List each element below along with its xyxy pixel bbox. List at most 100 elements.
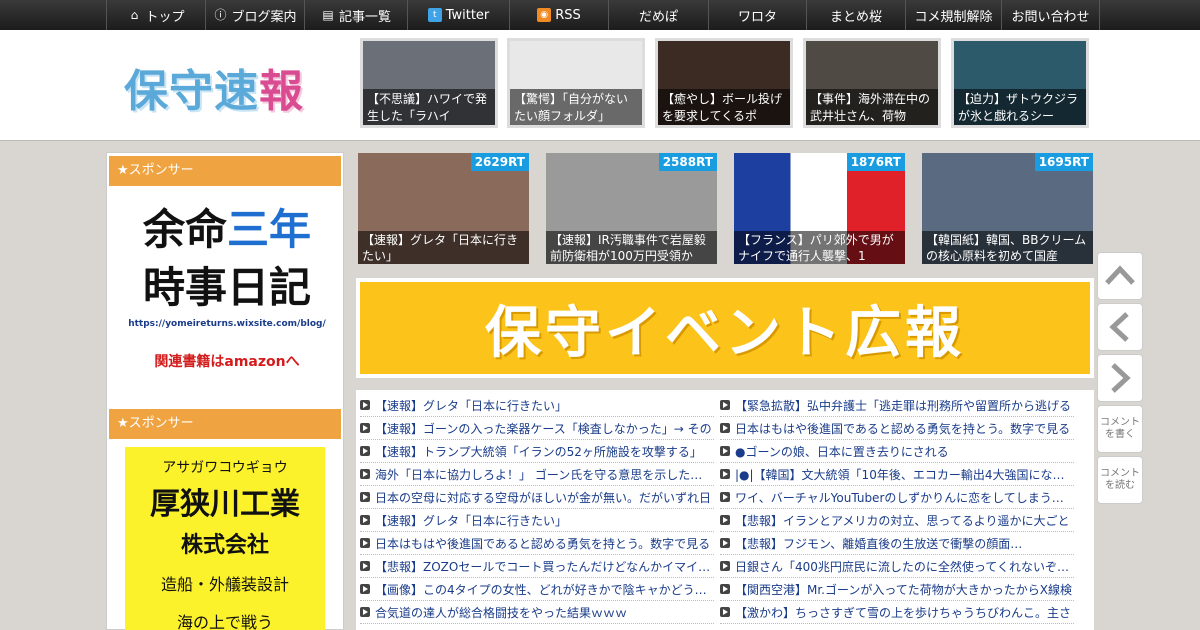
rt-article-1[interactable]: 2588RT 【速報】IR汚職事件で岩屋毅前防衛相が100万円受領か	[546, 153, 717, 264]
nav-item-label: Twitter	[445, 7, 490, 23]
write-comment-label: コメントを書く	[1100, 417, 1140, 440]
news-item[interactable]: ワイ、バーチャルYouTuberのしずかりんに恋をしてしまう…	[720, 486, 1074, 509]
chevron-up-icon	[1105, 265, 1135, 285]
nav-item-5[interactable]: だめぽ	[609, 0, 709, 30]
thumb-caption: 【迫力】ザトウクジラが氷と戯れるシー	[954, 89, 1086, 125]
news-title: 【悲報】フジモン、離婚直後の生放送で衝撃の顔面…	[735, 536, 1023, 551]
rt-count-badge: 2629RT	[470, 153, 529, 171]
nav-item-label: ワロタ	[737, 9, 777, 25]
nav-item-4[interactable]: ◉ RSS	[510, 0, 609, 30]
bullet-arrow-icon	[720, 469, 730, 479]
news-item[interactable]: 日本の空母に対応する空母がほしいが金が無い。だがいずれ日	[360, 486, 714, 509]
news-title: 【関西空港】Mr.ゴーンが入ってた荷物が大きかったからX線検	[735, 582, 1073, 597]
news-item[interactable]: 【画像】この4タイプの女性、どれが好きかで陰キャかどうかわ	[360, 578, 714, 601]
info-icon: ⓘ	[214, 8, 227, 22]
bullet-arrow-icon	[720, 584, 730, 594]
news-title: 日銀さん「400兆円庶民に流したのに全然使ってくれないぞ！金	[735, 559, 1074, 574]
rt-article-3[interactable]: 1695RT 【韓国紙】韓国、BBクリームの核心原料を初めて国産	[922, 153, 1093, 264]
news-item[interactable]: 【速報】グレタ「日本に行きたい」	[360, 509, 714, 532]
header-thumb-2[interactable]: 【癒やし】ボール投げを要求してくるポ	[655, 38, 793, 128]
nav-item-6[interactable]: ワロタ	[709, 0, 807, 30]
nav-item-2[interactable]: ▤ 記事一覧	[305, 0, 408, 30]
news-title: 合気道の達人が総合格闘技をやった結果ｗｗｗ	[375, 605, 628, 620]
sponsor-heading-2: ★スポンサー	[109, 409, 341, 439]
sponsor-ad-asagawa[interactable]: アサガワコウギョウ 厚狭川工業 株式会社 造船・外艤装設計 海の上で戦う	[125, 447, 325, 630]
news-item[interactable]: 【速報】グレタ「日本に行きたい」	[360, 394, 714, 417]
bullet-arrow-icon	[720, 423, 730, 433]
bullet-arrow-icon	[360, 561, 370, 571]
sidebar: ★スポンサー 余命三年 時事日記 https://yomeireturns.wi…	[106, 152, 344, 630]
news-title: 【悲報】ZOZOセールでコート買ったんだけどなんかイマイチ出	[375, 559, 714, 574]
scroll-top-button[interactable]	[1097, 252, 1143, 300]
news-title: |●|【韓国】文大統領「10年後、エコカー輸出4大強国になる」	[735, 467, 1074, 482]
next-button[interactable]	[1097, 354, 1143, 402]
chevron-right-icon	[1111, 363, 1131, 393]
thumb-caption: 【驚愕】「自分がないたい顔フォルダ」	[510, 89, 642, 125]
nav-item-label: トップ	[145, 9, 185, 25]
news-title: 【速報】ゴーンの入った楽器ケース「検査しなかった」→ その	[375, 421, 712, 436]
news-item[interactable]: 【速報】トランプ大統領「イランの52ヶ所施設を攻撃する」	[360, 440, 714, 463]
news-item[interactable]: |●|【韓国】文大統領「10年後、エコカー輸出4大強国になる」	[720, 463, 1074, 486]
nav-item-9[interactable]: お問い合わせ	[1002, 0, 1100, 30]
bullet-arrow-icon	[360, 538, 370, 548]
news-item[interactable]: 【激かわ】ちっさすぎて雪の上を歩けちゃうちびわんこ。主さ	[720, 601, 1074, 624]
header-thumb-0[interactable]: 【不思議】ハワイで発生した「ラハイ	[360, 38, 498, 128]
read-comment-button[interactable]: コメントを読む	[1097, 456, 1143, 504]
news-item[interactable]: 日銀さん「400兆円庶民に流したのに全然使ってくれないぞ！金	[720, 555, 1074, 578]
amazon-link[interactable]: 関連書籍はamazonへ	[127, 351, 327, 371]
news-item[interactable]: 【関西空港】Mr.ゴーンが入ってた荷物が大きかったからX線検	[720, 578, 1074, 601]
news-title: 日本の空母に対応する空母がほしいが金が無い。だがいずれ日	[375, 490, 712, 505]
nav-item-0[interactable]: ⌂ トップ	[106, 0, 206, 30]
header-thumb-4[interactable]: 【迫力】ザトウクジラが氷と戯れるシー	[951, 38, 1089, 128]
nav-item-1[interactable]: ⓘ ブログ案内	[206, 0, 305, 30]
event-banner[interactable]: 保守イベント広報	[356, 278, 1094, 378]
nav-item-label: ブログ案内	[231, 9, 297, 25]
rt-article-2[interactable]: 1876RT 【フランス】パリ郊外で男がナイフで通行人襲撃、1	[734, 153, 905, 264]
bullet-arrow-icon	[360, 469, 370, 479]
nav-item-7[interactable]: まとめ桜	[807, 0, 906, 30]
rt-caption: 【速報】IR汚職事件で岩屋毅前防衛相が100万円受領か	[546, 231, 717, 264]
sponsor-heading: ★スポンサー	[109, 156, 341, 186]
nav-item-label: コメ規制解除	[914, 9, 993, 25]
sponsor-ad-yomei[interactable]: 余命三年 時事日記 https://yomeireturns.wixsite.c…	[127, 201, 327, 381]
thumb-caption: 【不思議】ハワイで発生した「ラハイ	[363, 89, 495, 125]
rt-count-badge: 1695RT	[1034, 153, 1093, 171]
news-item[interactable]: 日本はもはや後進国であると認める勇気を持とう。数字で見る	[360, 532, 714, 555]
nav-item-label: だめぽ	[638, 9, 678, 25]
news-title: 【悲報】イランとアメリカの対立、思ってるより遥かに大ごと	[735, 513, 1070, 528]
nav-item-3[interactable]: t Twitter	[408, 0, 510, 30]
bullet-arrow-icon	[360, 400, 370, 410]
nav-item-8[interactable]: コメ規制解除	[906, 0, 1002, 30]
news-title: 【速報】トランプ大統領「イランの52ヶ所施設を攻撃する」	[375, 444, 702, 459]
rt-caption: 【フランス】パリ郊外で男がナイフで通行人襲撃、1	[734, 231, 905, 264]
news-title: 日本はもはや後進国であると認める勇気を持とう。数字で見る	[375, 536, 711, 551]
thumb-caption: 【癒やし】ボール投げを要求してくるポ	[658, 89, 790, 125]
header-thumb-1[interactable]: 【驚愕】「自分がないたい顔フォルダ」	[507, 38, 645, 128]
bullet-arrow-icon	[360, 423, 370, 433]
write-comment-button[interactable]: コメントを書く	[1097, 405, 1143, 453]
rt-count-badge: 1876RT	[846, 153, 905, 171]
news-item[interactable]: 合気道の達人が総合格闘技をやった結果ｗｗｗ	[360, 601, 714, 624]
bullet-arrow-icon	[720, 515, 730, 525]
site-logo[interactable]: 保守速報	[124, 55, 304, 119]
news-item[interactable]: 【悲報】イランとアメリカの対立、思ってるより遥かに大ごと	[720, 509, 1074, 532]
news-item[interactable]: 【悲報】ZOZOセールでコート買ったんだけどなんかイマイチ出	[360, 555, 714, 578]
news-item[interactable]: 海外「日本に協力しろよ！」 ゴーン氏を守る意思を示したフラ	[360, 463, 714, 486]
news-title: ワイ、バーチャルYouTuberのしずかりんに恋をしてしまう…	[735, 490, 1064, 505]
news-list: 【速報】グレタ「日本に行きたい」【速報】ゴーンの入った楽器ケース「検査しなかった…	[356, 390, 1094, 630]
header-thumb-3[interactable]: 【事件】海外滞在中の武井壮さん、荷物	[803, 38, 941, 128]
news-title: 【速報】グレタ「日本に行きたい」	[375, 513, 568, 528]
news-item[interactable]: 【緊急拡散】弘中弁護士「逃走罪は刑務所や留置所から逃げる	[720, 394, 1074, 417]
bullet-arrow-icon	[360, 607, 370, 617]
prev-button[interactable]	[1097, 303, 1143, 351]
news-item[interactable]: 【悲報】フジモン、離婚直後の生放送で衝撃の顔面…	[720, 532, 1074, 555]
bullet-arrow-icon	[720, 561, 730, 571]
news-title: 日本はもはや後進国であると認める勇気を持とう。数字で見る	[735, 421, 1071, 436]
list-icon: ▤	[322, 8, 334, 22]
bullet-arrow-icon	[720, 400, 730, 410]
news-item[interactable]: ●ゴーンの娘、日本に置き去りにされる	[720, 440, 1074, 463]
twitter-icon: t	[427, 8, 442, 22]
news-item[interactable]: 日本はもはや後進国であると認める勇気を持とう。数字で見る	[720, 417, 1074, 440]
rt-article-0[interactable]: 2629RT 【速報】グレタ「日本に行きたい」	[358, 153, 529, 264]
news-item[interactable]: 【速報】ゴーンの入った楽器ケース「検査しなかった」→ その	[360, 417, 714, 440]
